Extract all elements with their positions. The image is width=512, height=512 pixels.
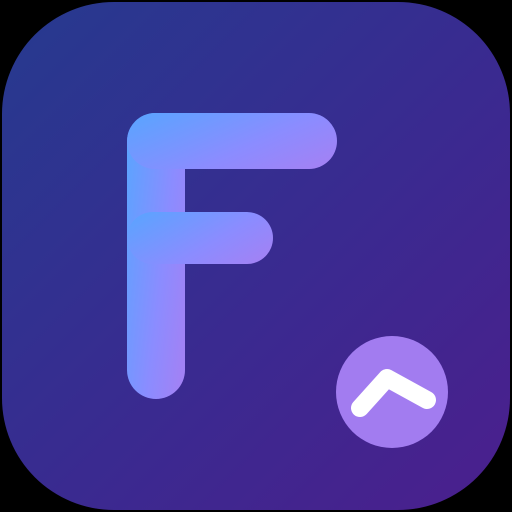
app-icon-svg [2,2,510,510]
app-icon-canvas [0,0,512,512]
letter-f-middle-bar [127,212,273,264]
upgrade-badge [336,336,448,448]
badge-circle [336,336,448,448]
letter-f-top-bar [127,113,337,169]
